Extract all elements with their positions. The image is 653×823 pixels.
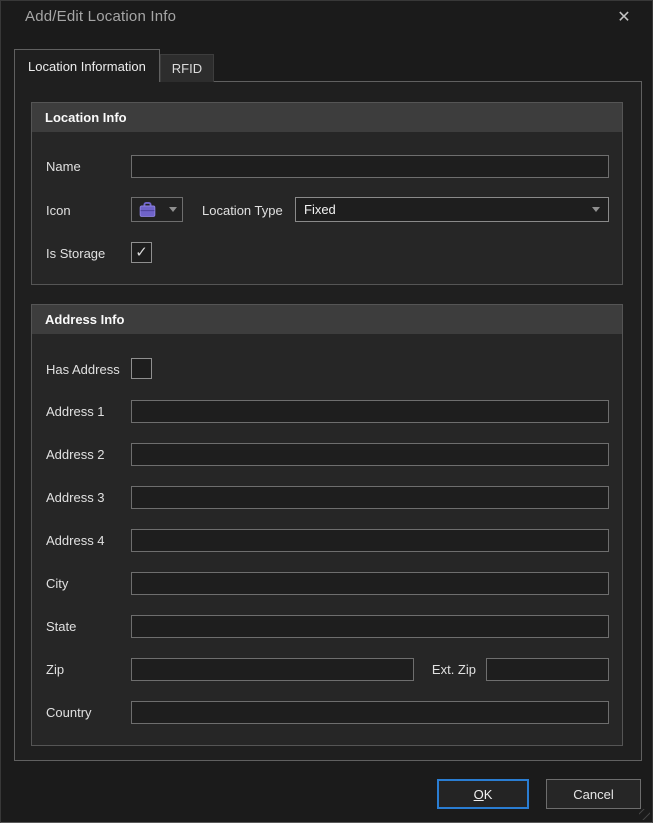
- name-input[interactable]: [131, 155, 609, 178]
- is-storage-label: Is Storage: [46, 246, 105, 261]
- resize-grip[interactable]: [639, 809, 650, 820]
- tab-label: Location Information: [28, 59, 146, 74]
- address-info-header: Address Info: [32, 305, 622, 334]
- has-address-checkbox[interactable]: [131, 358, 152, 379]
- location-type-value: Fixed: [304, 202, 336, 217]
- address3-label: Address 3: [46, 490, 105, 505]
- address-info-group: Address Info Has Address Address 1 Addre…: [31, 304, 623, 746]
- address1-input[interactable]: [131, 400, 609, 423]
- address1-label: Address 1: [46, 404, 105, 419]
- cancel-button[interactable]: Cancel: [546, 779, 641, 809]
- zip-input[interactable]: [131, 658, 414, 681]
- country-label: Country: [46, 705, 92, 720]
- city-label: City: [46, 576, 68, 591]
- icon-label: Icon: [46, 203, 71, 218]
- icon-dropdown-arrow: [163, 207, 182, 212]
- tab-panel: Location Info Name Icon Location Type Fi…: [14, 81, 642, 761]
- ext-zip-input[interactable]: [486, 658, 609, 681]
- zip-label: Zip: [46, 662, 64, 677]
- country-input[interactable]: [131, 701, 609, 724]
- has-address-label: Has Address: [46, 362, 120, 377]
- tab-bar: Location Information RFID: [14, 49, 214, 82]
- dialog-window: Add/Edit Location Info ✕ Location Inform…: [0, 0, 653, 823]
- tab-label: RFID: [172, 61, 202, 76]
- check-icon: ✓: [135, 245, 148, 260]
- address2-input[interactable]: [131, 443, 609, 466]
- ext-zip-label: Ext. Zip: [406, 662, 476, 677]
- tab-rfid[interactable]: RFID: [160, 54, 214, 82]
- address3-input[interactable]: [131, 486, 609, 509]
- chevron-down-icon: [592, 207, 600, 212]
- address4-input[interactable]: [131, 529, 609, 552]
- location-info-header: Location Info: [32, 103, 622, 132]
- state-label: State: [46, 619, 76, 634]
- state-input[interactable]: [131, 615, 609, 638]
- icon-dropdown[interactable]: [131, 197, 183, 222]
- city-input[interactable]: [131, 572, 609, 595]
- briefcase-icon: [132, 201, 163, 218]
- tab-location-information[interactable]: Location Information: [14, 49, 160, 82]
- ok-button[interactable]: OK: [437, 779, 529, 809]
- location-type-label: Location Type: [202, 203, 283, 218]
- name-label: Name: [46, 159, 81, 174]
- is-storage-checkbox[interactable]: ✓: [131, 242, 152, 263]
- location-info-group: Location Info Name Icon Location Type Fi…: [31, 102, 623, 285]
- location-type-combobox[interactable]: Fixed: [295, 197, 609, 222]
- close-button[interactable]: ✕: [612, 5, 636, 29]
- address2-label: Address 2: [46, 447, 105, 462]
- close-icon: ✕: [617, 7, 630, 27]
- cancel-label: Cancel: [573, 787, 613, 802]
- address4-label: Address 4: [46, 533, 105, 548]
- ok-label: OK: [474, 787, 493, 802]
- dialog-title: Add/Edit Location Info: [25, 8, 176, 25]
